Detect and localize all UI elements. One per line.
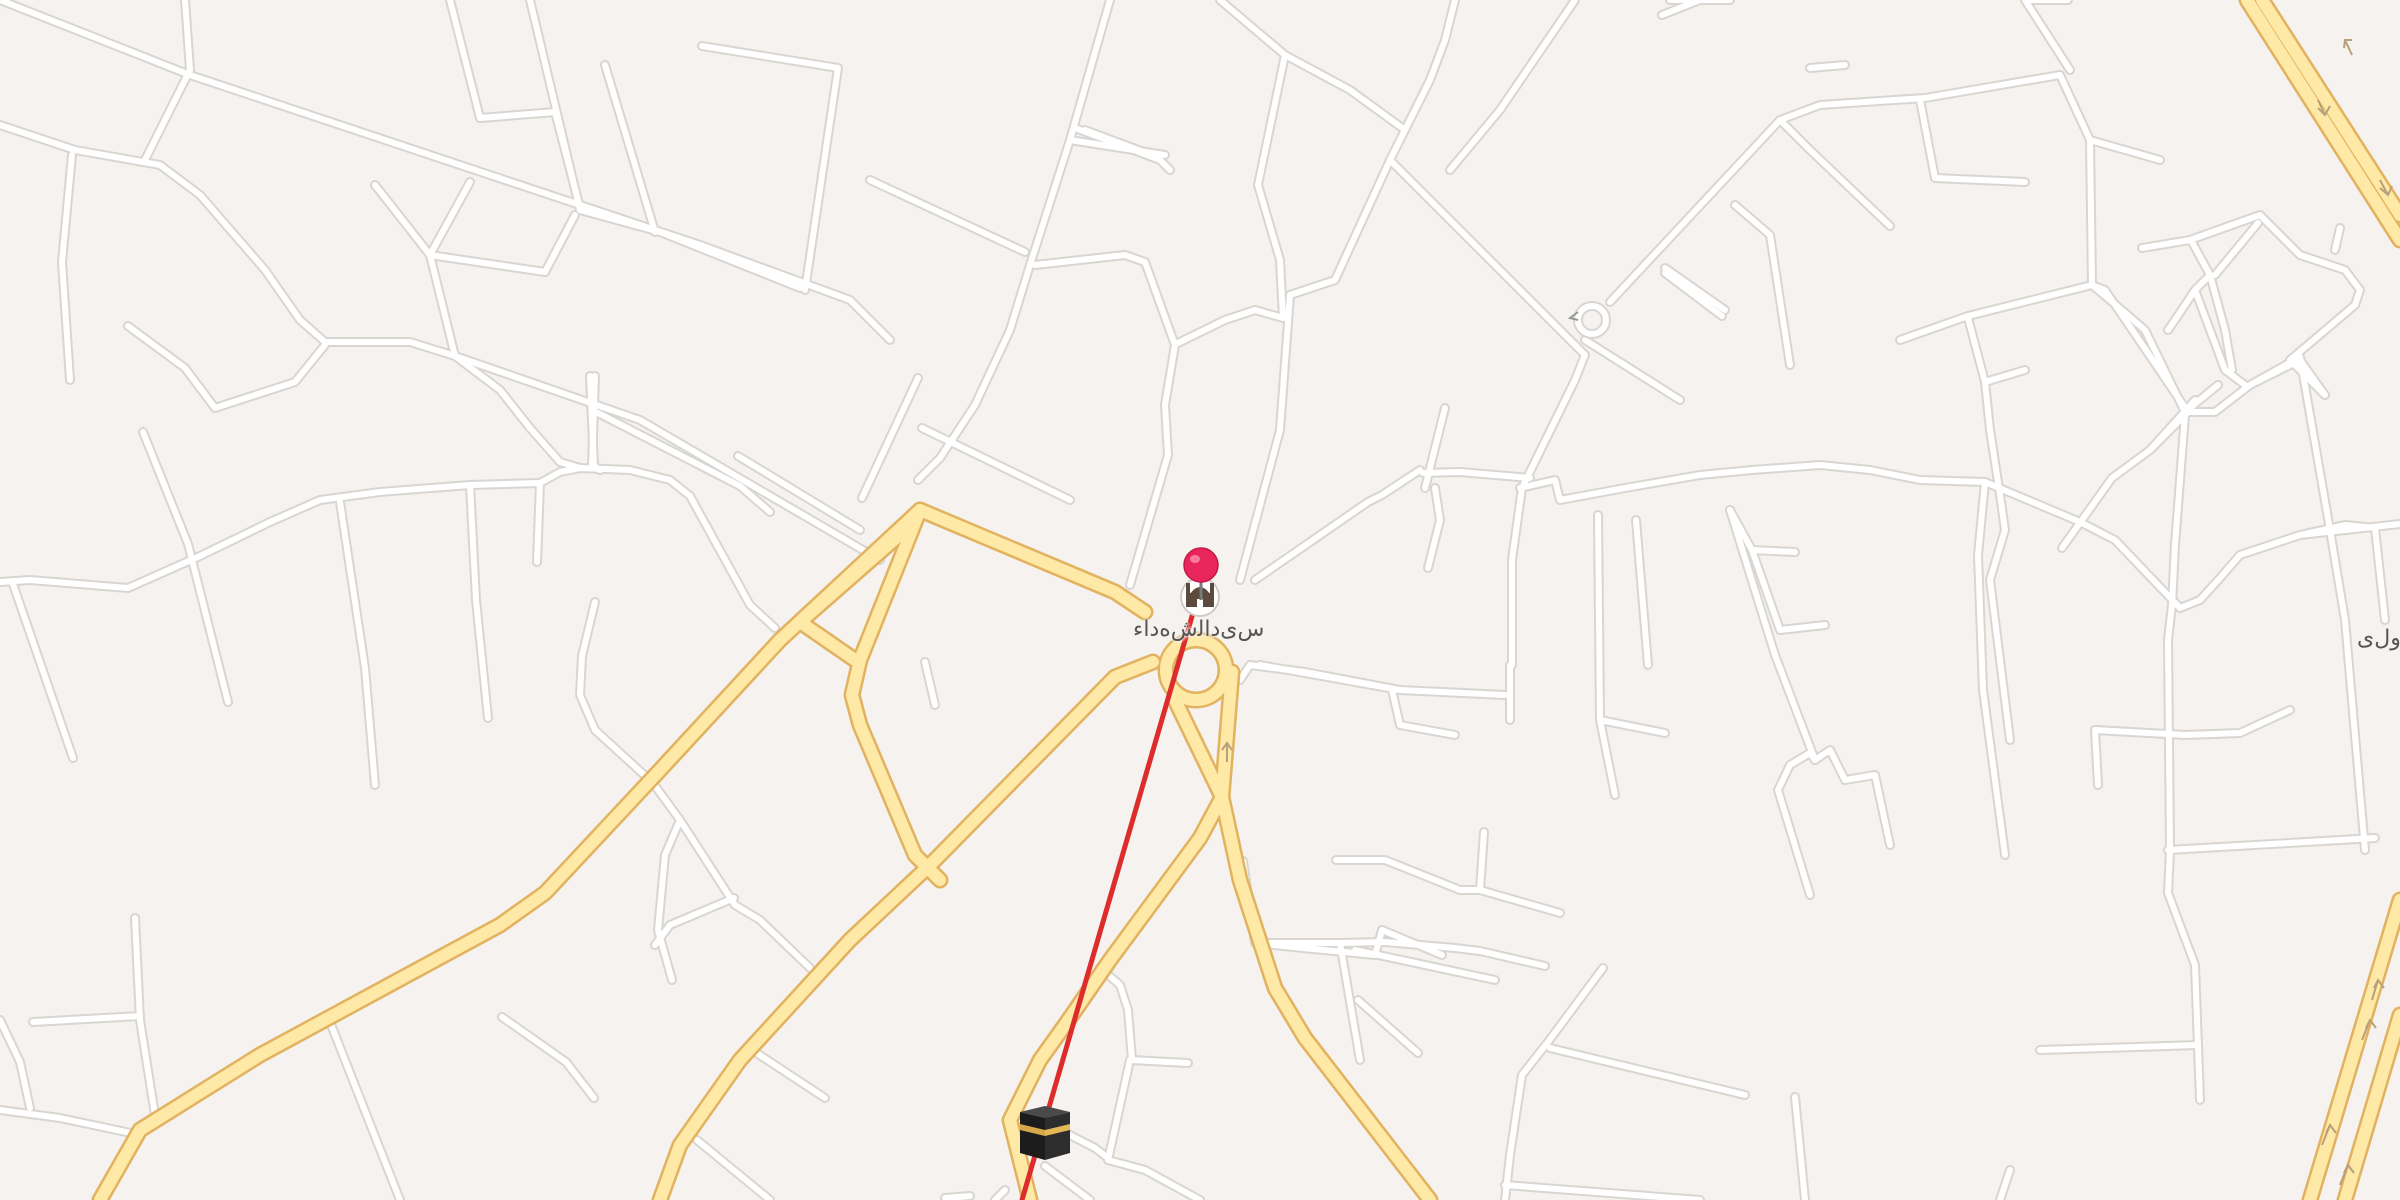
street [1173, 50, 1290, 348]
street [919, 425, 1073, 503]
street [1917, 97, 2028, 185]
street [527, 0, 803, 291]
street [1502, 1182, 1703, 1200]
street [2247, 354, 2368, 853]
street [1807, 62, 1848, 71]
street [602, 62, 658, 235]
direction-arrows [1221, 39, 2393, 1186]
street [1252, 467, 1423, 583]
street [1402, 0, 1458, 133]
street [1032, 252, 1178, 588]
kaaba-marker[interactable] [1020, 1106, 1070, 1160]
street [1582, 337, 1683, 403]
street [2022, 0, 2073, 73]
street [1982, 379, 2013, 743]
street [1777, 117, 1893, 229]
street [1042, 1163, 1093, 1200]
map-label-station: ﺱیﺩﺍﻟﺵﻩﺩﺍﺀ [1133, 617, 1265, 642]
direction-arrow-icon [2343, 39, 2353, 56]
roundabout-small [1567, 301, 1611, 339]
street [10, 581, 76, 761]
street [913, 0, 1115, 485]
street [1662, 265, 1728, 313]
street [1355, 997, 1421, 1056]
street [942, 1193, 973, 1200]
street [1662, 270, 1725, 319]
street [859, 375, 921, 501]
street [2087, 137, 2163, 163]
street [1595, 512, 1618, 798]
street [1235, 290, 1295, 585]
street [1477, 829, 1487, 893]
street [1217, 0, 1408, 298]
street [1605, 70, 2190, 417]
street [915, 0, 1113, 483]
street [1175, 52, 1288, 346]
street [2245, 352, 2370, 855]
street [327, 1019, 403, 1200]
kaaba-icon [1020, 1106, 1070, 1160]
street [525, 0, 805, 293]
street [1507, 350, 1590, 670]
street [123, 321, 330, 413]
main-road [654, 656, 1159, 1200]
main-road [91, 501, 1154, 1200]
street [1030, 250, 1180, 590]
main-road [651, 653, 1162, 1200]
street [1103, 1055, 1205, 1200]
street [1502, 965, 1606, 1200]
street [447, 0, 583, 211]
street [1965, 315, 2028, 385]
street [1387, 157, 1588, 358]
street [0, 1107, 143, 1138]
street [2139, 237, 2193, 251]
street [0, 465, 778, 631]
main-road [2241, 0, 2400, 246]
street [1547, 1045, 1748, 1098]
street [125, 323, 328, 411]
street [1215, 0, 1410, 300]
main-road [2256, 0, 2400, 221]
map-canvas[interactable]: ﺱیﺩﺍﻟﺵﻩﺩﺍﺀ ﻭﻝی [0, 0, 2400, 1200]
street [2092, 727, 2101, 788]
main-road [94, 504, 1151, 1200]
street [370, 180, 460, 361]
street [445, 0, 585, 213]
street [372, 182, 458, 359]
pin-highlight [1190, 555, 1200, 563]
map-svg[interactable] [0, 0, 2400, 1200]
street [534, 480, 543, 565]
street [1333, 857, 1563, 916]
main-roads [91, 0, 2400, 1200]
street [749, 1047, 828, 1101]
map-label-edge: ﻭﻝی [2357, 626, 2400, 651]
street [694, 1137, 773, 1200]
street [1607, 72, 2188, 415]
street [867, 177, 1028, 255]
street [1237, 662, 1403, 693]
street [1097, 965, 1191, 1066]
